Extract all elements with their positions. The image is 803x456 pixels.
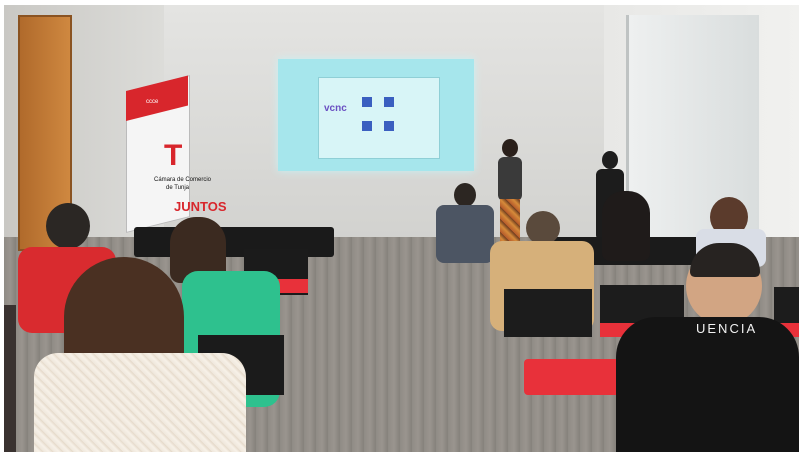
banner-org-line2: de Tunja [166, 185, 190, 191]
projected-slide: vcnc [278, 59, 474, 171]
banner-top-text: ccce [146, 99, 159, 105]
banner-org-line1: Cámara de Comercio [154, 177, 212, 183]
meeting-room-photo: vcnc ccce T Cámara de Comercio de Tunja … [4, 5, 799, 452]
qr-code-2 [384, 97, 394, 107]
qr-code-4 [384, 121, 394, 131]
banner-logo: T [164, 139, 183, 172]
floor-shadow-left [4, 305, 16, 452]
qr-code-3 [362, 121, 372, 131]
slide-logo: vcnc [324, 103, 347, 114]
seated-man-center [434, 183, 496, 263]
red-chair-1 [504, 289, 592, 337]
qr-code-1 [362, 97, 372, 107]
banner-slogan: JUNTOS [174, 199, 227, 214]
shirt-text: UENCIA [696, 321, 758, 336]
slide-window [318, 77, 440, 159]
seated-woman-knit [24, 257, 254, 452]
seated-man-front-right: UENCIA [604, 243, 799, 452]
